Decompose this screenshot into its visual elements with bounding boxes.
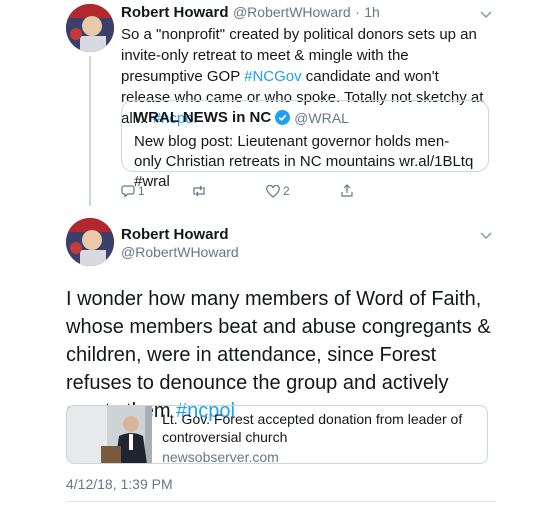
share-button[interactable] bbox=[340, 183, 354, 198]
tweet-timestamp[interactable]: 4/12/18, 1:39 PM bbox=[66, 476, 173, 492]
author-name[interactable]: Robert Howard bbox=[121, 4, 229, 21]
tweet2-author-handle-row: @RobertWHoward bbox=[121, 244, 239, 262]
quoted-text: New blog post: Lieutenant governor holds… bbox=[134, 133, 474, 190]
divider bbox=[66, 501, 496, 502]
hashtag-link[interactable]: #NCGov bbox=[244, 68, 302, 85]
share-icon bbox=[341, 184, 353, 197]
card-thumbnail bbox=[67, 406, 153, 463]
card-body: Lt. Gov. Forest accepted donation from l… bbox=[152, 406, 487, 463]
avatar[interactable] bbox=[66, 218, 114, 266]
link-card[interactable]: Lt. Gov. Forest accepted donation from l… bbox=[66, 405, 488, 464]
tweet2-author-name: Robert Howard bbox=[121, 226, 229, 244]
tweet2-text-body: I wonder how many members of Word of Fai… bbox=[66, 288, 491, 422]
author-name[interactable]: Robert Howard bbox=[121, 226, 229, 243]
like-count: 2 bbox=[283, 184, 290, 198]
chevron-down-icon[interactable] bbox=[479, 8, 493, 22]
thread-line bbox=[89, 56, 91, 206]
author-handle[interactable]: @RobertWHoward bbox=[121, 244, 239, 260]
chevron-down-icon[interactable] bbox=[479, 229, 493, 243]
tweet1-header: Robert Howard @RobertWHoward · 1h bbox=[121, 4, 380, 22]
heart-icon bbox=[266, 184, 280, 198]
reply-icon bbox=[121, 185, 135, 198]
card-domain: newsobserver.com bbox=[162, 449, 279, 464]
separator: · bbox=[355, 4, 360, 20]
reply-count: 1 bbox=[138, 184, 145, 198]
like-button[interactable]: 2 bbox=[266, 184, 290, 198]
verified-badge-icon bbox=[275, 110, 291, 125]
retweet-button[interactable] bbox=[191, 184, 210, 198]
quoted-tweet[interactable]: WRAL NEWS in NC @WRAL New blog post: Lie… bbox=[121, 100, 489, 190]
quoted-author-name: WRAL NEWS in NC bbox=[134, 109, 272, 126]
retweet-icon bbox=[193, 185, 205, 197]
card-title: Lt. Gov. Forest accepted donation from l… bbox=[162, 411, 463, 445]
author-handle[interactable]: @RobertWHoward bbox=[233, 4, 351, 20]
avatar[interactable] bbox=[66, 4, 114, 52]
quoted-author-handle: @WRAL bbox=[294, 109, 349, 126]
tweet2-text: I wonder how many members of Word of Fai… bbox=[66, 285, 496, 425]
reply-button[interactable]: 1 bbox=[121, 184, 145, 198]
tweet-time[interactable]: 1h bbox=[364, 4, 380, 20]
